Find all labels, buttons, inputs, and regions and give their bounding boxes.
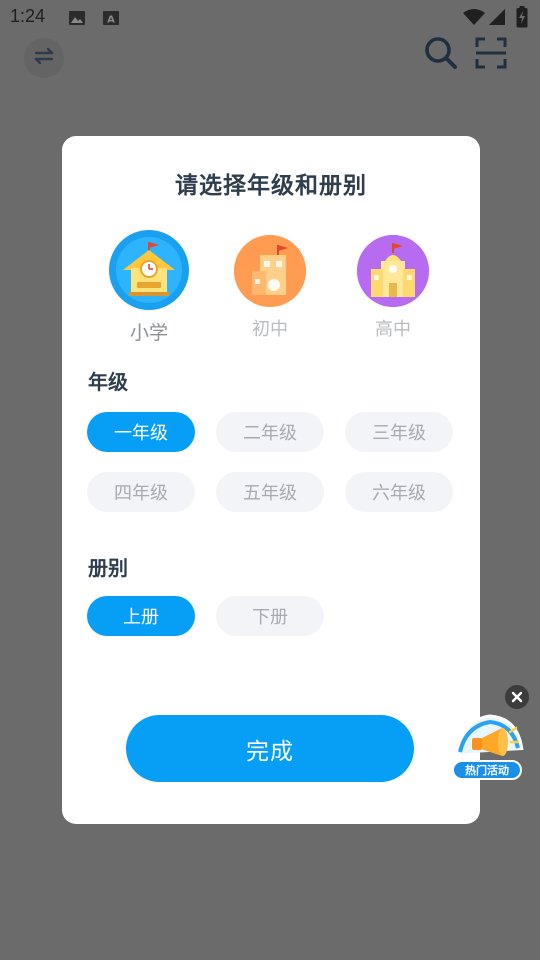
level-label: 小学 bbox=[129, 322, 168, 344]
grade-option-5[interactable]: 五年级 bbox=[216, 472, 324, 512]
status-bar: 1:24 A bbox=[0, 0, 540, 36]
volume-option-second[interactable]: 下册 bbox=[216, 596, 324, 636]
dialog-title: 请选择年级和册别 bbox=[175, 173, 367, 199]
search-button[interactable] bbox=[420, 34, 462, 76]
middle-school-icon bbox=[234, 235, 306, 307]
done-button[interactable]: 完成 bbox=[126, 715, 414, 782]
level-label: 初中 bbox=[252, 319, 288, 340]
promo-label: 热门活动 bbox=[452, 760, 522, 780]
swap-icon bbox=[33, 47, 55, 69]
grade-option-6[interactable]: 六年级 bbox=[345, 472, 453, 512]
level-option-high[interactable]: 高中 bbox=[343, 235, 443, 341]
level-option-primary[interactable]: 小学 bbox=[99, 230, 199, 345]
search-icon bbox=[424, 36, 458, 74]
volume-section-title: 册别 bbox=[88, 556, 128, 580]
close-icon bbox=[511, 688, 523, 707]
grade-option-2[interactable]: 二年级 bbox=[216, 412, 324, 452]
wifi-icon bbox=[462, 8, 486, 26]
promo-widget[interactable]: 热门活动 bbox=[444, 710, 530, 786]
promo-close-button[interactable] bbox=[505, 685, 529, 709]
signal-icon bbox=[488, 8, 506, 26]
svg-text:A: A bbox=[107, 15, 115, 26]
battery-charging-icon bbox=[516, 6, 528, 28]
scan-icon bbox=[475, 37, 507, 73]
scan-button[interactable] bbox=[472, 34, 510, 76]
status-time: 1:24 bbox=[10, 6, 46, 26]
image-icon bbox=[68, 10, 86, 26]
grade-option-4[interactable]: 四年级 bbox=[87, 472, 195, 512]
level-label: 高中 bbox=[375, 319, 411, 340]
volume-option-first[interactable]: 上册 bbox=[87, 596, 195, 636]
grade-selection-dialog: 请选择年级和册别 小学 初中 高中 年级 一年级 二年级 三年级 四年级 五年级… bbox=[62, 136, 480, 824]
high-school-icon bbox=[357, 235, 429, 307]
swap-button[interactable] bbox=[24, 38, 64, 78]
grade-section-title: 年级 bbox=[88, 370, 128, 394]
primary-school-icon bbox=[109, 230, 189, 310]
grade-option-3[interactable]: 三年级 bbox=[345, 412, 453, 452]
text-a-icon: A bbox=[102, 10, 120, 26]
level-option-middle[interactable]: 初中 bbox=[220, 235, 320, 341]
grade-option-1[interactable]: 一年级 bbox=[87, 412, 195, 452]
